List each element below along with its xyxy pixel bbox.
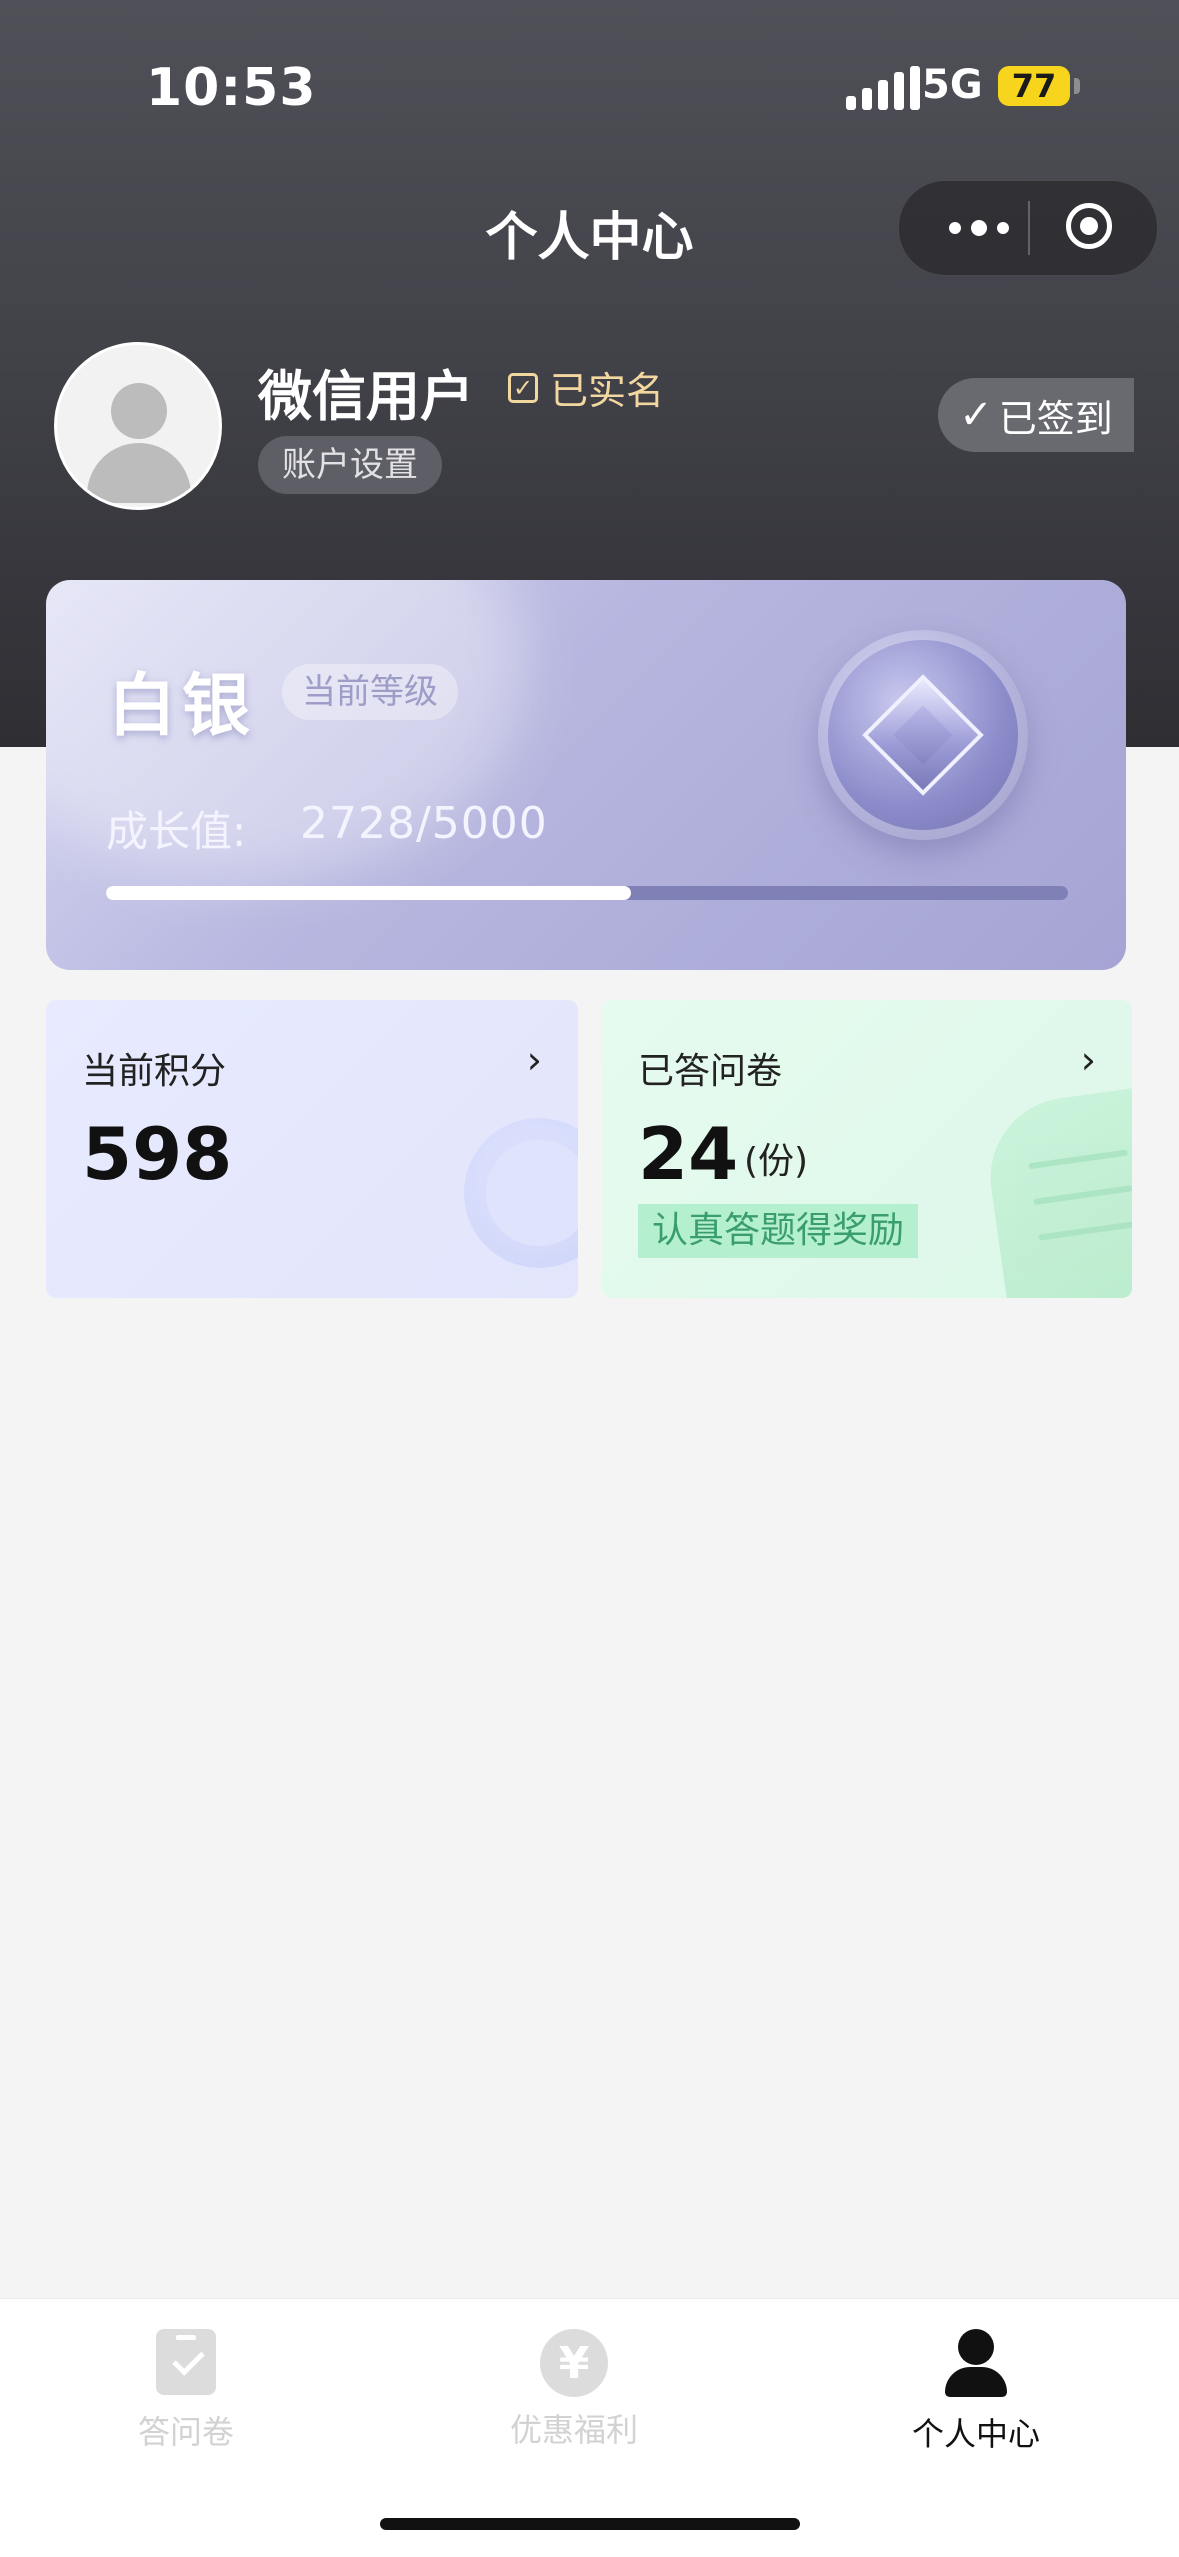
points-value: 598 (82, 1112, 233, 1196)
avatar[interactable] (54, 342, 222, 510)
surveys-label: 已答问卷 (638, 1051, 783, 1092)
points-label: 当前积分 (82, 1051, 227, 1092)
clipboard-check-icon (156, 2329, 216, 2395)
tab-welfare-label: 优惠福利 (509, 2411, 638, 2449)
growth-progress-fill (106, 886, 631, 900)
avatar-body (87, 443, 191, 503)
silver-medal-icon (818, 630, 1028, 840)
chevron-right-icon: › (1080, 1038, 1096, 1082)
growth-value: 2728/5000 (300, 798, 548, 849)
growth-progress-bar (106, 886, 1068, 900)
yen-coin-icon: ¥ (540, 2329, 608, 2397)
tab-survey-label: 答问卷 (137, 2413, 234, 2451)
more-dots-icon[interactable] (933, 209, 1025, 247)
surveys-unit: (份) (744, 1141, 809, 1182)
level-card[interactable]: 白银 当前等级 成长值: 2728/5000 (46, 580, 1126, 970)
points-card[interactable]: 当前积分 › 598 (46, 1000, 578, 1298)
document-decoration-icon (980, 1084, 1132, 1298)
surveys-tip: 认真答题得奖励 (638, 1204, 919, 1258)
battery-nub (1074, 78, 1080, 94)
surveys-card[interactable]: 已答问卷 › 24 (份) 认真答题得奖励 (602, 1000, 1132, 1298)
miniapp-capsule (898, 180, 1158, 276)
username: 微信用户 (258, 365, 474, 428)
verified-label: 已实名 (550, 369, 665, 413)
person-icon (941, 2329, 1011, 2397)
tab-survey[interactable]: 答问卷 (56, 2329, 316, 2453)
home-indicator (380, 2518, 800, 2530)
checkmark-icon: ✓ (959, 392, 993, 438)
surveys-value: 24 (638, 1112, 739, 1196)
tab-welfare[interactable]: ¥ 优惠福利 (444, 2329, 704, 2451)
verified-badge: ✓ 已实名 (508, 360, 664, 415)
network-type: 5G (922, 62, 983, 108)
status-time: 10:53 (146, 58, 317, 118)
level-tag: 当前等级 (282, 664, 458, 720)
diamond-icon (862, 674, 984, 796)
coin-decoration-icon (464, 1118, 578, 1268)
signal-icon (846, 66, 920, 110)
chevron-right-icon: › (526, 1038, 542, 1082)
account-settings-button[interactable]: 账户设置 (258, 436, 442, 494)
tab-profile[interactable]: 个人中心 (846, 2329, 1106, 2455)
target-circle-icon[interactable] (1066, 203, 1112, 249)
growth-label: 成长值: (106, 807, 247, 856)
capsule-divider (1028, 201, 1030, 255)
battery-icon: 77 (998, 66, 1070, 106)
signin-label: 已签到 (998, 396, 1113, 441)
checkbox-icon: ✓ (508, 372, 538, 403)
avatar-head (111, 383, 167, 439)
signin-button[interactable]: ✓ 已签到 (938, 378, 1134, 452)
level-name: 白银 (108, 667, 257, 746)
tab-profile-label: 个人中心 (911, 2415, 1040, 2453)
